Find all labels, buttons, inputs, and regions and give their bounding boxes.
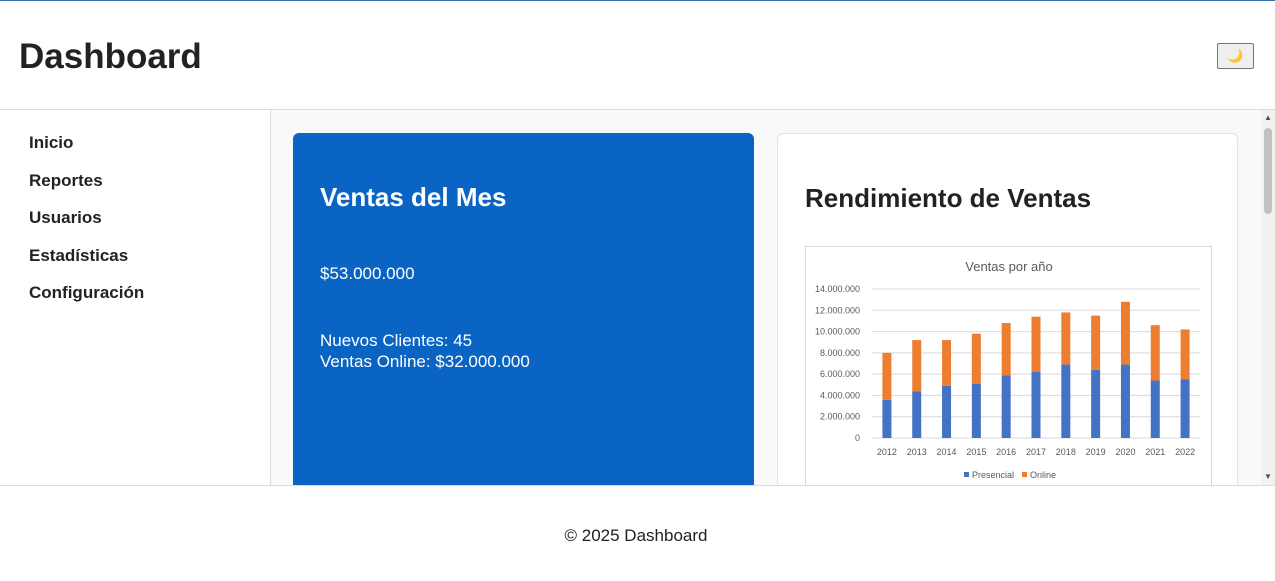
sidebar: Inicio Reportes Usuarios Estadísticas Co… — [0, 110, 271, 485]
bar-online-2021 — [1150, 325, 1160, 381]
sales-chart-svg: Ventas por año 0 2.000.000 4.000.000 6.000.0… — [815, 259, 1200, 480]
y-tick-label: 2.000.000 — [820, 412, 860, 422]
scroll-up-arrow-icon[interactable]: ▲ — [1263, 113, 1273, 123]
new-clients-text: Nuevos Clientes: 45 — [320, 331, 473, 350]
bar-online-2019 — [1091, 315, 1101, 370]
bar-presencial-2021 — [1150, 380, 1160, 438]
y-tick-label: 8.000.000 — [820, 348, 860, 358]
bar-presencial-2018 — [1061, 364, 1071, 438]
sales-card-title: Ventas del Mes — [320, 182, 507, 212]
bar-online-2020 — [1120, 301, 1130, 365]
bar-presencial-2022 — [1180, 379, 1190, 438]
bar-online-2014 — [942, 340, 952, 386]
x-tick-label: 2019 — [1086, 447, 1106, 457]
y-tick-label: 6.000.000 — [820, 369, 860, 379]
x-tick-label: 2012 — [877, 447, 897, 457]
performance-card: Rendimiento de Ventas Ventas por año 0 2.0… — [777, 133, 1238, 485]
sidebar-item-reportes[interactable]: Reportes — [29, 171, 103, 191]
bar-presencial-2019 — [1091, 369, 1101, 438]
sales-card: Ventas del Mes $53.000.000 Nuevos Client… — [293, 133, 754, 485]
sidebar-item-usuarios[interactable]: Usuarios — [29, 208, 102, 228]
x-tick-label: 2018 — [1056, 447, 1076, 457]
legend-swatch-online — [1022, 472, 1027, 477]
bar-online-2016 — [1001, 323, 1011, 376]
main-content: Ventas del Mes $53.000.000 Nuevos Client… — [271, 110, 1261, 485]
bar-presencial-2012 — [882, 399, 892, 438]
footer-copyright: © 2025 Dashboard — [564, 526, 708, 545]
bar-online-2013 — [912, 340, 922, 392]
vertical-scrollbar[interactable]: ▲ ▼ — [1261, 110, 1275, 485]
bar-online-2015 — [971, 333, 981, 384]
bar-presencial-2017 — [1031, 372, 1041, 438]
y-tick-label: 12.000.000 — [815, 305, 860, 315]
sales-amount: $53.000.000 — [320, 264, 415, 283]
sidebar-item-inicio[interactable]: Inicio — [29, 133, 73, 153]
scroll-thumb[interactable] — [1264, 128, 1272, 214]
theme-toggle-button[interactable]: 🌙 — [1217, 43, 1254, 69]
y-tick-label: 14.000.000 — [815, 284, 860, 294]
online-sales-text: Ventas Online: $32.000.000 — [320, 352, 530, 371]
y-tick-label: 0 — [855, 433, 860, 443]
page-title: Dashboard — [19, 37, 202, 76]
legend-label-online: Online — [1030, 470, 1056, 480]
legend-label-presencial: Presencial — [972, 470, 1014, 480]
x-tick-label: 2014 — [937, 447, 957, 457]
footer: © 2025 Dashboard — [0, 485, 1275, 581]
bar-presencial-2015 — [971, 383, 981, 438]
moon-icon: 🌙 — [1227, 48, 1244, 63]
y-tick-label: 4.000.000 — [820, 390, 860, 400]
bar-online-2017 — [1031, 316, 1041, 373]
x-tick-label: 2021 — [1145, 447, 1165, 457]
bar-presencial-2016 — [1001, 375, 1011, 438]
sidebar-item-configuracion[interactable]: Configuración — [29, 283, 144, 303]
scroll-down-arrow-icon[interactable]: ▼ — [1263, 472, 1273, 482]
header: Dashboard 🌙 — [0, 1, 1275, 110]
sidebar-item-estadisticas[interactable]: Estadísticas — [29, 246, 128, 266]
x-tick-label: 2016 — [996, 447, 1016, 457]
performance-card-title: Rendimiento de Ventas — [805, 183, 1092, 213]
chart-title: Ventas por año — [965, 259, 1052, 274]
x-tick-label: 2022 — [1175, 447, 1195, 457]
x-tick-label: 2017 — [1026, 447, 1046, 457]
y-tick-label: 10.000.000 — [815, 327, 860, 337]
legend-swatch-presencial — [964, 472, 969, 477]
x-tick-label: 2013 — [907, 447, 927, 457]
bar-online-2018 — [1061, 312, 1071, 365]
bar-online-2012 — [882, 352, 892, 400]
bar-online-2022 — [1180, 329, 1190, 380]
x-tick-label: 2015 — [966, 447, 986, 457]
x-tick-label: 2020 — [1115, 447, 1135, 457]
bar-presencial-2020 — [1120, 364, 1130, 438]
sales-chart: Ventas por año 0 2.000.000 4.000.000 6.000.0… — [805, 246, 1212, 485]
bar-presencial-2014 — [942, 385, 952, 438]
bar-presencial-2013 — [912, 391, 922, 438]
